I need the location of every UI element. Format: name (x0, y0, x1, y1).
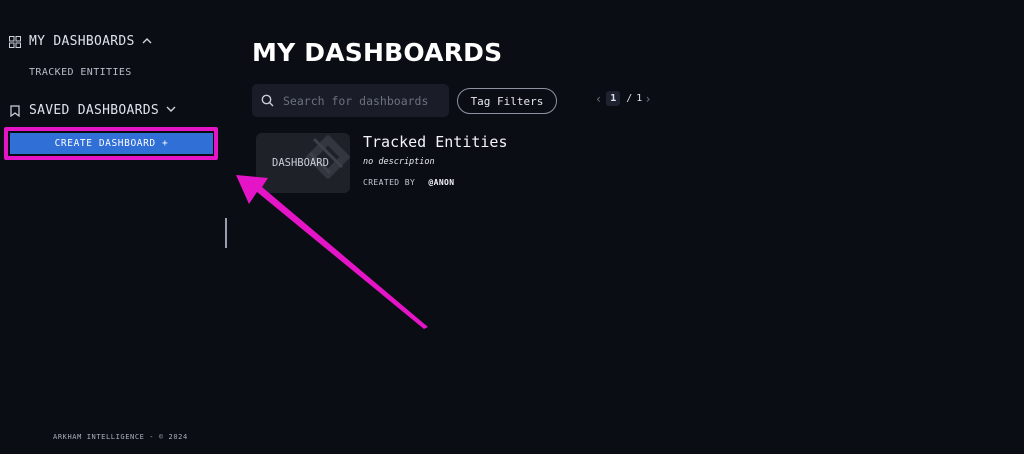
search-input[interactable] (281, 92, 445, 109)
my-dashboards-label: MY DASHBOARDS (29, 34, 135, 49)
chevron-down-icon (166, 105, 176, 116)
page-separator: / (626, 93, 633, 104)
saved-dashboards-label: SAVED DASHBOARDS (29, 103, 160, 118)
saved-dashboards-toggle[interactable]: SAVED DASHBOARDS (8, 103, 176, 118)
search-icon (261, 94, 275, 108)
page-title: MY DASHBOARDS (252, 38, 503, 67)
thumbnail-label: DASHBOARD (272, 157, 329, 169)
app-root: MY DASHBOARDS TRACKED ENTITIES SAVED DAS… (0, 0, 1024, 454)
create-dashboard-button[interactable]: CREATE DASHBOARD + (10, 133, 213, 154)
chevron-up-icon (142, 36, 152, 47)
card-meta: CREATED BY @ANON (363, 178, 454, 187)
prev-page-icon[interactable]: ‹ (593, 92, 604, 106)
card-author[interactable]: @ANON (428, 178, 454, 187)
card-description: no description (363, 157, 435, 167)
pagination: ‹ 1 / 1 › (593, 91, 654, 106)
search-box[interactable] (252, 84, 449, 117)
sidebar: MY DASHBOARDS TRACKED ENTITIES SAVED DAS… (0, 0, 228, 454)
tag-filters-button[interactable]: Tag Filters (457, 88, 557, 114)
dashboard-thumbnail: DASHBOARD (256, 133, 350, 193)
grid-icon (8, 35, 22, 49)
footer-copyright: ARKHAM INTELLIGENCE - © 2024 (53, 433, 188, 441)
my-dashboards-toggle[interactable]: MY DASHBOARDS (8, 34, 152, 49)
current-page: 1 (606, 91, 621, 106)
created-by-label: CREATED BY (363, 178, 416, 187)
card-title: Tracked Entities (363, 133, 508, 151)
sidebar-item-tracked-entities[interactable]: TRACKED ENTITIES (29, 67, 132, 78)
sidebar-resize-handle[interactable] (225, 218, 227, 248)
dashboard-card[interactable]: DASHBOARD Tracked Entities no descriptio… (256, 133, 556, 197)
bookmark-icon (8, 104, 22, 118)
next-page-icon[interactable]: › (642, 92, 653, 106)
